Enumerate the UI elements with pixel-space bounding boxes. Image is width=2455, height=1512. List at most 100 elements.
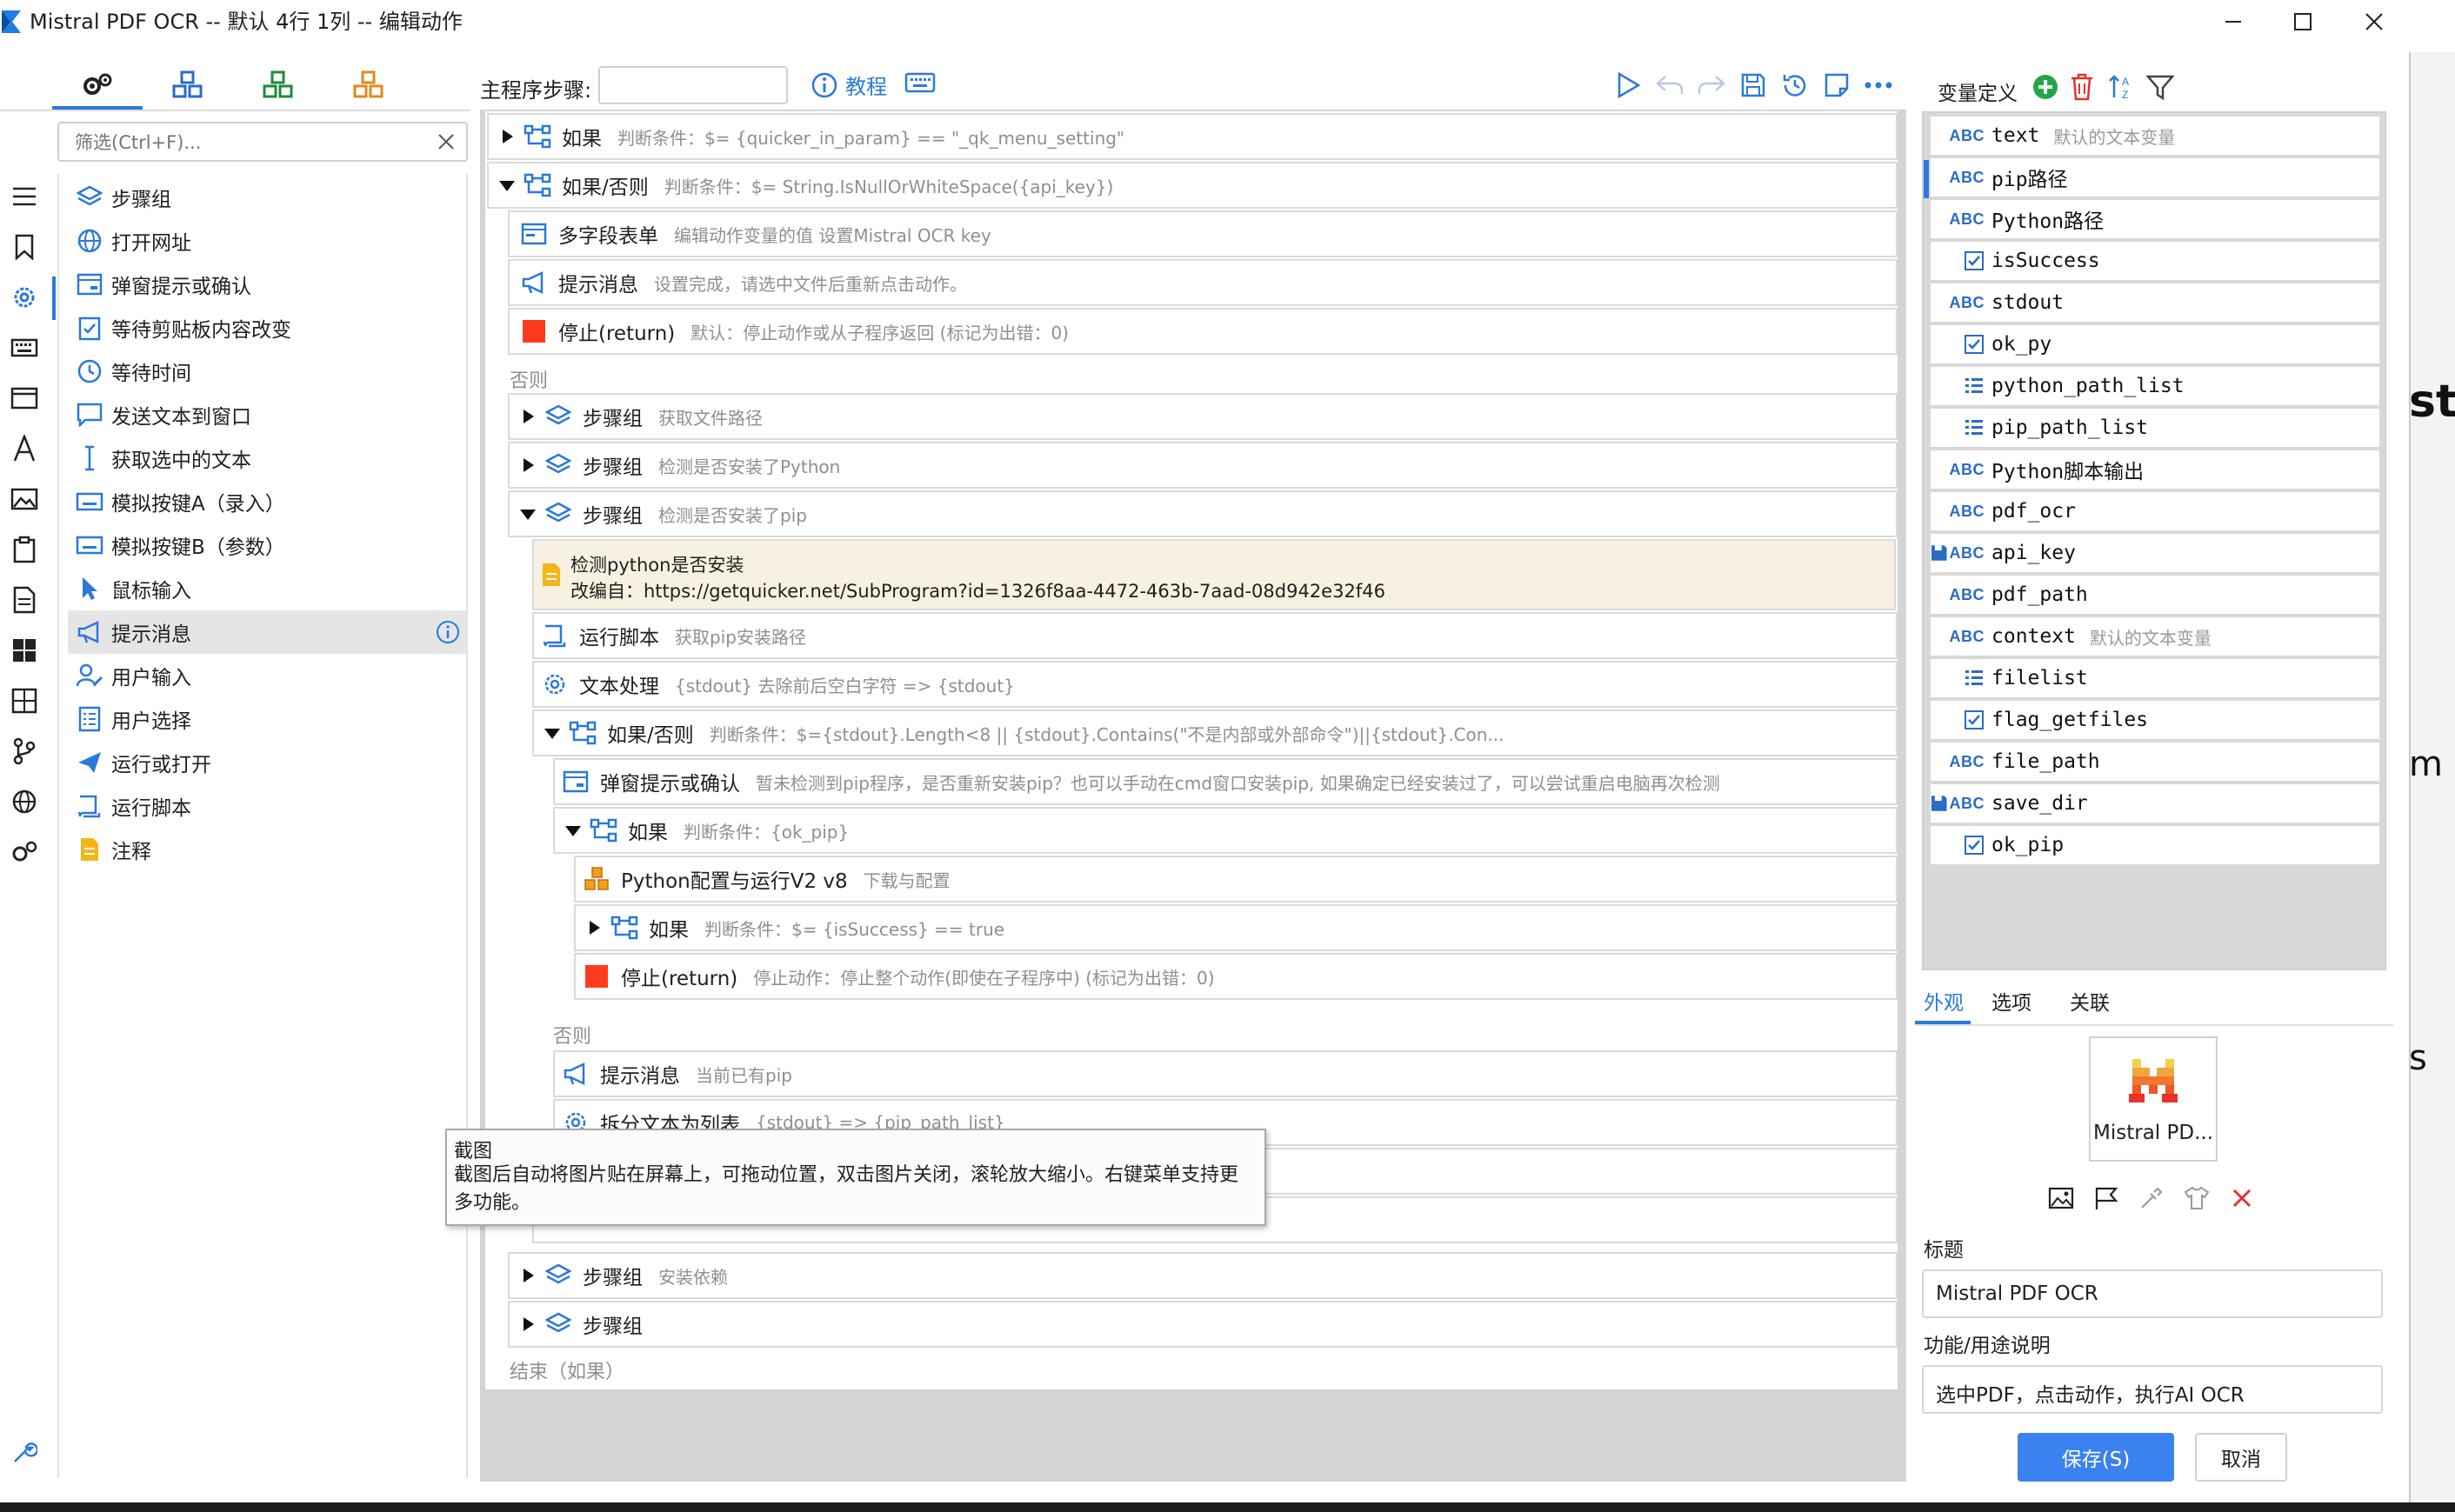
tab-shared-subprograms[interactable] [143,63,233,108]
tab-global-subprograms[interactable] [324,63,414,108]
expand-triangle-icon[interactable] [584,918,604,937]
minimize-button[interactable] [2198,0,2268,43]
rail-globe-icon[interactable] [7,784,42,819]
action-item-run-script[interactable]: 运行脚本 [68,784,468,828]
variable-row[interactable]: ABC save_dir [1931,784,2379,823]
tab-basic-actions[interactable] [52,63,143,108]
keyboard-shortcuts-icon[interactable] [904,71,936,97]
choose-image-button[interactable] [2045,1182,2077,1214]
theme-button[interactable] [2181,1182,2212,1214]
remove-icon-button[interactable] [2226,1182,2258,1214]
step-row[interactable]: 步骤组 检测是否安装了pip [508,490,1898,537]
flag-button[interactable] [2091,1182,2122,1214]
clear-filter-icon[interactable] [435,130,457,153]
variable-row[interactable]: ABC pdf_ocr [1931,492,2379,530]
maximize-button[interactable] [2268,0,2338,43]
description-field[interactable]: 选中PDF，点击动作，执行AI OCR [1922,1365,2383,1414]
filter-input[interactable] [73,123,424,162]
rail-menu-icon[interactable] [7,179,42,214]
variable-row[interactable]: ABC text 默认的文本变量 [1931,117,2379,155]
action-item-get-selected-text[interactable]: 获取选中的文本 [68,436,468,480]
variable-row[interactable]: ABC pip路径 [1931,158,2379,196]
action-icon-preview[interactable]: Mistral PD... [2089,1036,2218,1162]
history-button[interactable] [1779,70,1811,101]
run-button[interactable] [1612,70,1644,101]
step-row[interactable]: 步骤组 获取文件路径 [508,393,1898,440]
rail-image-icon[interactable] [7,482,42,516]
save-button[interactable]: 保存(S) [2018,1433,2174,1482]
variable-row[interactable]: ok_py [1931,325,2379,363]
action-item-send-text[interactable]: 发送文本到窗口 [68,393,468,436]
variable-row[interactable]: ABC context 默认的文本变量 [1931,617,2379,656]
filter-variables-button[interactable] [2145,71,2176,103]
tab-options[interactable]: 选项 [1991,986,2031,1016]
tab-local-subprograms[interactable] [233,63,324,108]
step-row[interactable]: 如果/否则 判断条件：$={stdout}.Length<8 || {stdou… [532,709,1898,756]
action-item-step-group[interactable]: 步骤组 [68,176,468,219]
delete-variable-button[interactable] [2066,71,2098,103]
rail-window-icon[interactable] [7,381,42,416]
action-item-dialog[interactable]: 弹窗提示或确认 [68,263,468,306]
tab-associations[interactable]: 关联 [2070,986,2110,1016]
action-item-keypress-b[interactable]: 模拟按键B（参数） [68,523,468,567]
tutorial-link[interactable]: 教程 [811,70,887,100]
variable-row[interactable]: isSuccess [1931,242,2379,280]
expand-triangle-icon[interactable] [518,456,537,475]
collapse-triangle-icon[interactable] [497,176,517,195]
action-item-keypress-a[interactable]: 模拟按键A（录入） [68,480,468,523]
action-item-comment[interactable]: 注释 [68,828,468,871]
more-button[interactable] [1863,70,1894,101]
action-item-show-message[interactable]: 提示消息 [68,610,468,654]
step-row[interactable]: 如果 判断条件：$= {quicker_in_param} == "_qk_me… [487,113,1898,160]
color-picker-button[interactable] [2136,1182,2167,1214]
rail-wrench-icon[interactable] [7,1435,42,1469]
action-item-user-input[interactable]: 用户输入 [68,654,468,697]
step-row[interactable]: 停止(return) 默认：停止动作或从子程序返回 (标记为出错：0) [508,308,1898,355]
expand-triangle-icon[interactable] [497,127,517,146]
variable-row[interactable]: filelist [1931,659,2379,697]
info-icon[interactable] [435,619,461,645]
cancel-button[interactable]: 取消 [2195,1433,2287,1482]
step-row[interactable]: 提示消息 设置完成，请选中文件后重新点击动作。 [508,259,1898,306]
step-row[interactable]: 如果 判断条件：$= {isSuccess} == true [574,904,1898,951]
expand-triangle-icon[interactable] [518,407,537,426]
step-row[interactable]: 运行脚本 获取pip安装路径 [532,612,1898,659]
step-row[interactable]: 文本处理 {stdout} 去除前后空白字符 => {stdout} [532,661,1898,708]
expand-triangle-icon[interactable] [518,1266,537,1285]
variable-row[interactable]: ABC Python脚本输出 [1931,450,2379,489]
variable-row[interactable]: ABC pdf_path [1931,576,2379,614]
undo-button[interactable] [1654,70,1685,101]
variable-row[interactable]: flag_getfiles [1931,701,2379,739]
step-row[interactable]: 多字段表单 编辑动作变量的值 设置Mistral OCR key [508,210,1898,257]
step-row[interactable]: 停止(return) 停止动作：停止整个动作(即使在子程序中) (标记为出错：0… [574,953,1898,1000]
action-item-mouse-input[interactable]: 鼠标输入 [68,567,468,610]
variable-row[interactable]: pip_path_list [1931,409,2379,447]
close-window-button[interactable] [2339,0,2409,43]
variable-row[interactable]: ABC api_key [1931,534,2379,572]
tab-appearance[interactable]: 外观 [1924,986,1964,1016]
title-field[interactable]: Mistral PDF OCR [1922,1269,2383,1318]
collapse-triangle-icon[interactable] [564,821,583,840]
save-toolbar-button[interactable] [1738,70,1769,101]
comment-step[interactable]: 检测python是否安装 改编自：https://getquicker.net/… [532,539,1896,610]
redo-button[interactable] [1696,70,1727,101]
step-row[interactable]: 步骤组 检测是否安装了Python [508,442,1898,489]
add-variable-button[interactable] [2030,71,2061,103]
rail-calculator-icon[interactable] [7,683,42,718]
action-item-open-url[interactable]: 打开网址 [68,219,468,263]
step-row[interactable]: 如果 判断条件：{ok_pip} [553,807,1898,854]
variable-row[interactable]: ok_pip [1931,826,2379,864]
step-row[interactable]: 提示消息 当前已有pip [553,1050,1898,1097]
step-row[interactable]: 如果/否则 判断条件：$= String.IsNullOrWhiteSpace(… [487,162,1898,209]
step-row[interactable]: Python配置与运行V2 v8 下载与配置 [574,856,1898,903]
rail-windows-icon[interactable] [7,633,42,668]
main-steps-selector[interactable] [598,66,788,104]
variable-row[interactable]: ABC file_path [1931,743,2379,781]
rail-bookmark-icon[interactable] [7,230,42,264]
rail-text-icon[interactable] [7,431,42,466]
action-item-wait-time[interactable]: 等待时间 [68,350,468,393]
variable-row[interactable]: ABC stdout [1931,283,2379,322]
rail-gears-icon[interactable] [7,835,42,869]
action-item-wait-clipboard[interactable]: 等待剪贴板内容改变 [68,306,468,350]
rail-settings-icon[interactable] [7,280,42,315]
